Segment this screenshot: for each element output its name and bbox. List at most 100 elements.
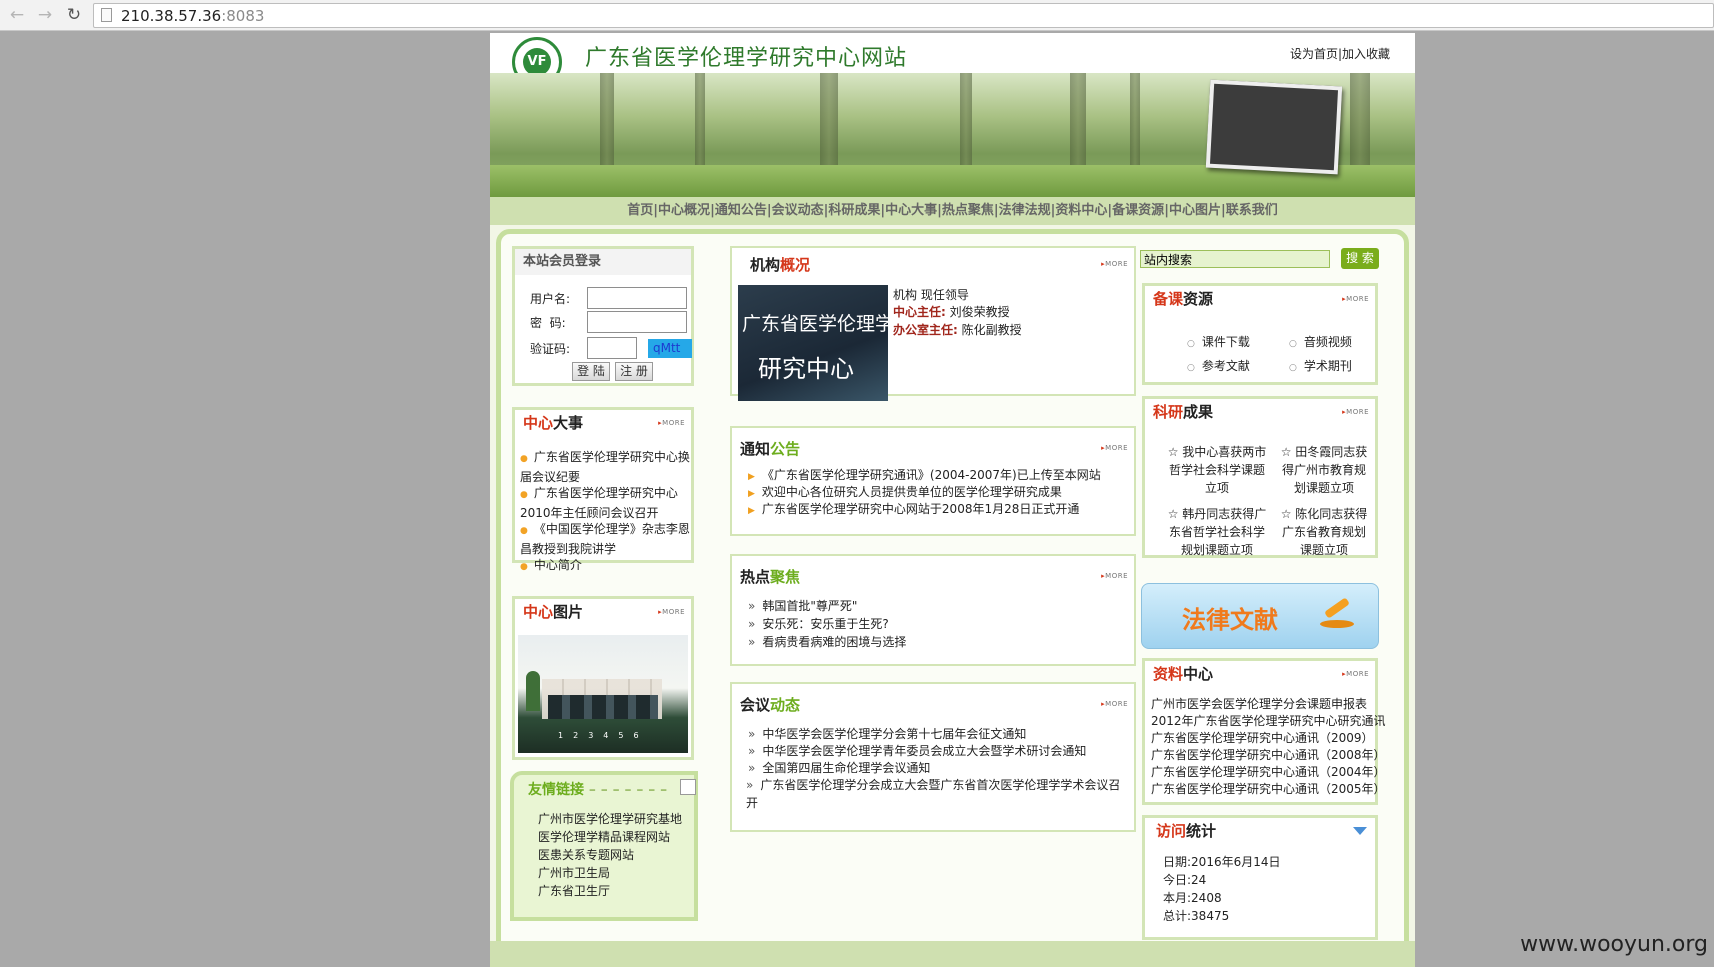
research-item[interactable]: ☆ 我中心喜获两市哲学社会科学课题立项 — [1165, 443, 1269, 497]
top-links[interactable]: 设为首页|加入收藏 — [1290, 45, 1390, 62]
watermark: www.wooyun.org — [1520, 932, 1708, 957]
friend-link[interactable]: 医患关系专题网站 — [538, 847, 634, 864]
nav-item-10[interactable]: 中心图片 — [1169, 203, 1221, 218]
research-box: 科研成果 MORE ☆ 我中心喜获两市哲学社会科学课题立项 ☆ 田冬霞同志获得广… — [1142, 396, 1378, 558]
docs-box: 资料中心 MORE 广州市医学会医学伦理学分会课题申报表 2012年广东省医学伦… — [1142, 658, 1386, 805]
username-input[interactable] — [587, 287, 687, 309]
hot-more-link[interactable]: MORE — [1101, 572, 1128, 580]
docs-item[interactable]: 广东省医学伦理学研究中心通讯（2004年） — [1151, 764, 1386, 781]
nav-item-5[interactable]: 中心大事 — [885, 203, 937, 218]
docs-item[interactable]: 2012年广东省医学伦理学研究中心研究通讯 — [1151, 713, 1386, 730]
captcha-label: 验证码: — [530, 342, 571, 356]
site-search-input[interactable] — [1140, 250, 1330, 268]
broken-image-icon — [680, 779, 696, 795]
events-item[interactable]: 广东省医学伦理学研究中心2010年主任顾问会议召开 — [520, 484, 692, 522]
register-button[interactable]: 注 册 — [615, 362, 653, 381]
events-title-red: 中心 — [523, 414, 554, 432]
resources-item[interactable]: 参考文献 — [1187, 358, 1250, 377]
nav-item-4[interactable]: 科研成果 — [828, 203, 880, 218]
docs-item[interactable]: 广东省医学伦理学研究中心通讯（2009） — [1151, 730, 1374, 747]
research-title: 科研成果 — [1153, 403, 1214, 421]
org-leaders-header[interactable]: 机构 现任领导 — [893, 287, 969, 304]
org-title: 机构概况 — [742, 252, 1134, 278]
resources-more-link[interactable]: MORE — [1342, 295, 1369, 303]
stats-box: 访问统计 日期:2016年6月14日 今日:24 本月:2408 总计:3847… — [1142, 815, 1378, 940]
captcha-image[interactable]: qMtt — [648, 339, 692, 358]
notice-more-link[interactable]: MORE — [1101, 444, 1128, 452]
header-top: VF 广东省医学伦理学研究中心网站 设为首页|加入收藏 — [490, 33, 1415, 87]
login-box: 本站会员登录 用户名: 密 码: 验证码: qMtt 登 陆 注 册 — [512, 246, 694, 386]
events-item[interactable]: 中心简介 — [520, 556, 692, 576]
hot-item[interactable]: 韩国首批"尊严死" — [748, 598, 857, 615]
meeting-item[interactable]: 广东省医学伦理学分会成立大会暨广东省首次医学伦理学学术会议召开 — [746, 776, 1126, 812]
reload-icon[interactable]: ↻ — [63, 4, 85, 26]
meeting-item[interactable]: 全国第四届生命伦理学会议通知 — [748, 760, 930, 777]
docs-item[interactable]: 广州市医学会医学伦理学分会课题申报表 — [1151, 696, 1367, 713]
pictures-title-black: 图片 — [553, 603, 584, 621]
center-photo[interactable]: 123456 — [518, 635, 688, 753]
pictures-more-link[interactable]: MORE — [658, 608, 685, 616]
friend-link[interactable]: 医学伦理学精品课程网站 — [538, 829, 670, 846]
friend-links-title: 友情链接 – – – – – – – — [528, 782, 668, 798]
collapse-arrow-icon[interactable] — [1353, 827, 1367, 835]
research-item[interactable]: ☆ 田冬霞同志获得广州市教育规划课题立项 — [1277, 443, 1371, 497]
events-title-black: 大事 — [553, 414, 584, 432]
login-button[interactable]: 登 陆 — [572, 362, 610, 381]
meeting-item[interactable]: 中华医学会医学伦理学青年委员会成立大会暨学术研讨会通知 — [748, 743, 1086, 760]
nav-item-8[interactable]: 资料中心 — [1055, 203, 1107, 218]
nav-item-2[interactable]: 通知公告 — [715, 203, 767, 218]
stats-total: 总计:38475 — [1163, 909, 1230, 923]
browser-toolbar: ← → ↻ 210.38.57.36:8083 — [0, 0, 1714, 31]
resources-item[interactable]: 课件下载 — [1187, 334, 1250, 353]
forward-icon[interactable]: → — [34, 4, 56, 26]
nav-item-7[interactable]: 法律法规 — [999, 203, 1051, 218]
research-item[interactable]: ☆ 韩丹同志获得广东省哲学社会科学规划课题立项 — [1165, 505, 1269, 559]
org-director: 中心主任: 刘俊荣教授 — [893, 305, 1010, 319]
hot-item[interactable]: 安乐死：安乐重于生死? — [748, 616, 888, 633]
law-banner-text: 法律文献 — [1182, 606, 1278, 634]
events-box: 中心大事 MORE 广东省医学伦理学研究中心换届会议纪要 广东省医学伦理学研究中… — [512, 407, 694, 572]
events-item[interactable]: 《中国医学伦理学》杂志李恩昌教授到我院讲学 — [520, 520, 692, 558]
org-more-link[interactable]: MORE — [1101, 260, 1128, 268]
org-title-black: 机构 — [750, 256, 781, 274]
docs-item[interactable]: 广东省医学伦理学研究中心通讯（2005年） — [1151, 781, 1386, 798]
meeting-more-link[interactable]: MORE — [1101, 700, 1128, 708]
friend-link[interactable]: 广州市医学伦理学研究基地 — [538, 811, 682, 828]
hot-item[interactable]: 看病贵看病难的困境与选择 — [748, 634, 906, 651]
hot-title: 热点聚焦 — [740, 568, 801, 586]
captcha-input[interactable] — [587, 337, 637, 359]
address-bar[interactable]: 210.38.57.36:8083 — [93, 3, 1714, 28]
password-label: 密 码: — [530, 316, 566, 330]
research-more-link[interactable]: MORE — [1342, 408, 1369, 416]
notice-item[interactable]: 广东省医学伦理学研究中心网站于2008年1月28日正式开通 — [748, 501, 1079, 520]
hot-box: 热点聚焦 MORE 韩国首批"尊严死" 安乐死：安乐重于生死? 看病贵看病难的困… — [730, 554, 1136, 666]
resources-item[interactable]: 音频视频 — [1289, 334, 1352, 353]
footer-bar — [490, 941, 1415, 967]
law-documents-banner[interactable]: 法律文献 — [1141, 583, 1379, 649]
resources-item[interactable]: 学术期刊 — [1289, 358, 1352, 377]
web-page: VF 广东省医学伦理学研究中心网站 设为首页|加入收藏 首页|中心概况|通知公告… — [490, 33, 1415, 967]
nav-item-9[interactable]: 备课资源 — [1112, 203, 1164, 218]
docs-item[interactable]: 广东省医学伦理学研究中心通讯（2008年） — [1151, 747, 1386, 764]
nav-item-3[interactable]: 会议动态 — [772, 203, 824, 218]
nav-item-0[interactable]: 首页 — [627, 203, 653, 218]
search-button[interactable]: 搜 索 — [1341, 248, 1379, 269]
events-item[interactable]: 广东省医学伦理学研究中心换届会议纪要 — [520, 448, 692, 486]
research-item[interactable]: ☆ 陈化同志获得广东省教育规划课题立项 — [1277, 505, 1371, 559]
org-title-red: 概况 — [780, 256, 811, 274]
friend-link[interactable]: 广东省卫生厅 — [538, 883, 610, 900]
nav-item-6[interactable]: 热点聚焦 — [942, 203, 994, 218]
stats-today: 今日:24 — [1163, 873, 1207, 887]
meeting-item[interactable]: 中华医学会医学伦理学分会第十七届年会征文通知 — [748, 726, 1026, 743]
nav-item-11[interactable]: 联系我们 — [1226, 203, 1278, 218]
back-icon[interactable]: ← — [6, 4, 28, 26]
friend-link[interactable]: 广州市卫生局 — [538, 865, 610, 882]
username-label: 用户名: — [530, 292, 571, 306]
notice-title: 通知公告 — [740, 440, 801, 458]
docs-more-link[interactable]: MORE — [1342, 670, 1369, 678]
events-more-link[interactable]: MORE — [658, 419, 685, 427]
nav-item-1[interactable]: 中心概况 — [658, 203, 710, 218]
password-input[interactable] — [587, 311, 687, 333]
org-image: 广东省医学伦理学 研究中心 — [738, 285, 894, 401]
picture-pager[interactable]: 123456 — [558, 731, 678, 741]
